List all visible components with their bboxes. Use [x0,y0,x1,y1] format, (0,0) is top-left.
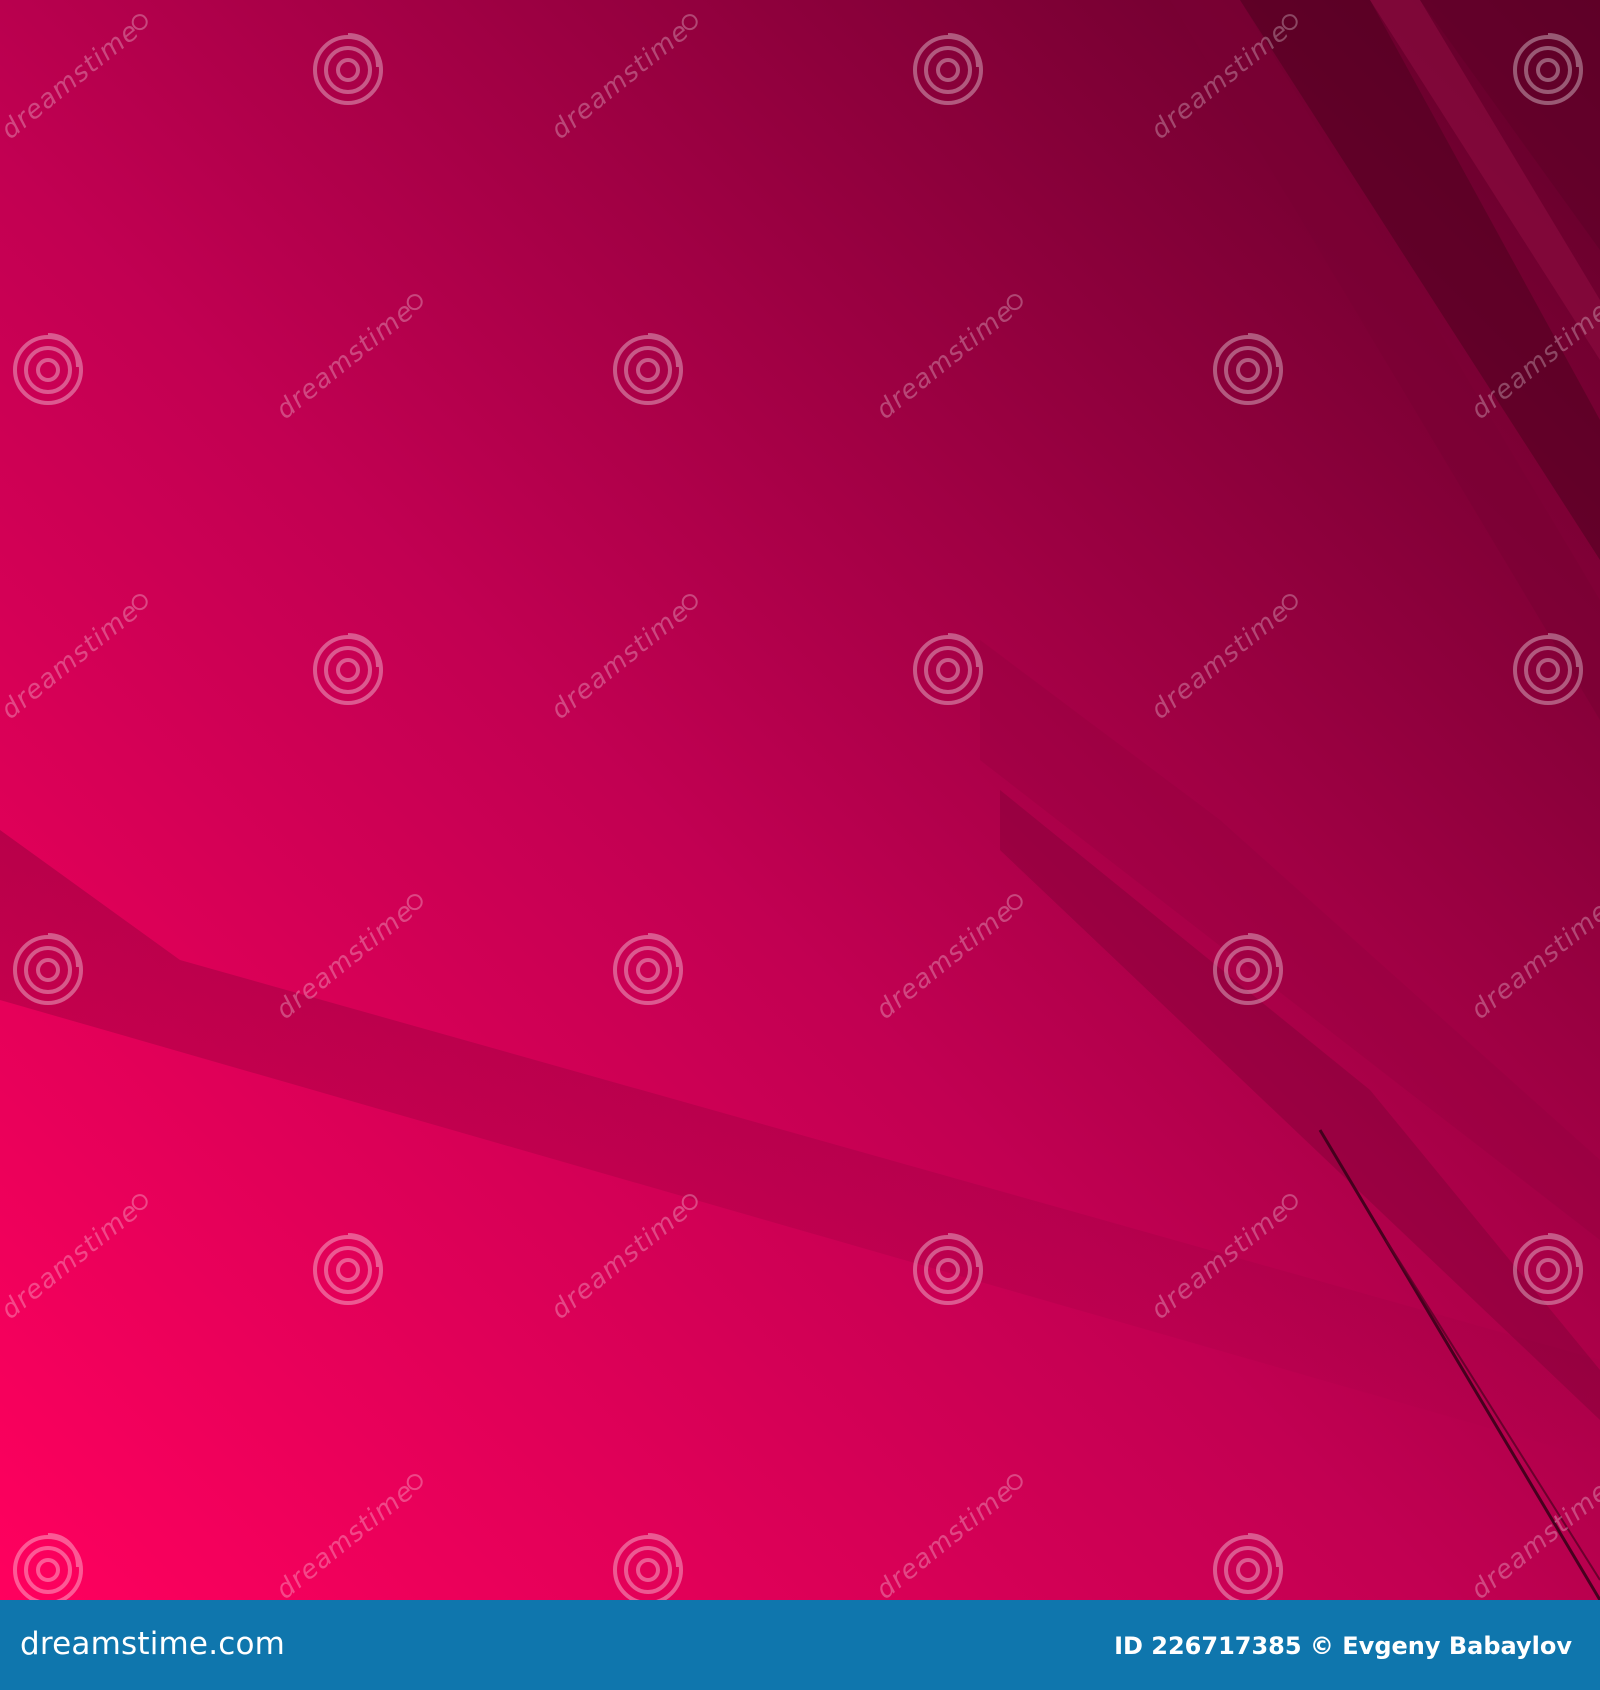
stock-image-preview: dreamstime dreamstime dreamstime dreamstime… [0,0,1600,1690]
footer-credit: ID 226717385 © Evgeny Babaylov [1114,1632,1572,1660]
footer-brand: dreamstime.com [20,1626,286,1662]
gradient-background [0,0,1600,1600]
footer-bar: dreamstime.com ID 226717385 © Evgeny Bab… [0,1600,1600,1690]
gradient-artwork: dreamstime dreamstime dreamstime dreamstime… [0,0,1600,1600]
